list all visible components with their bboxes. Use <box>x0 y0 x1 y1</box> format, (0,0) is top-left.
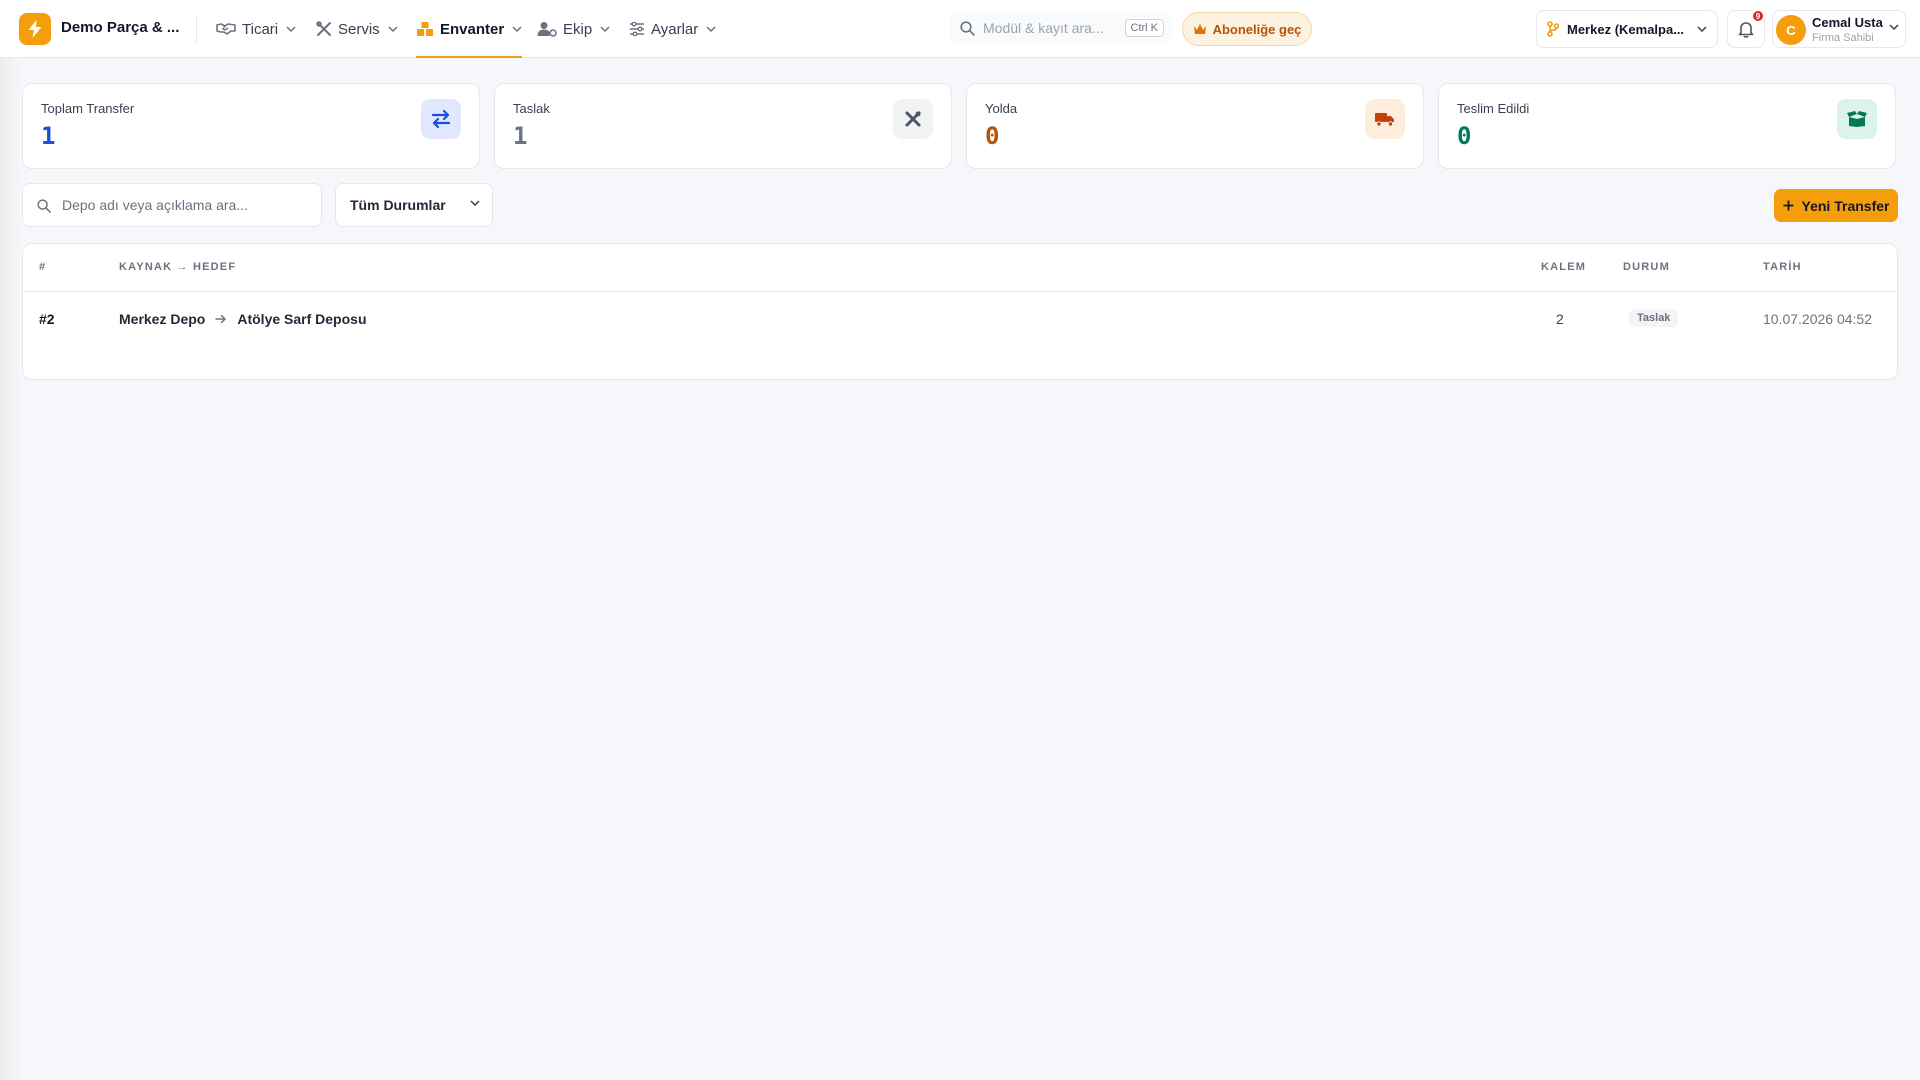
global-search-placeholder: Modül & kayıt ara... <box>983 20 1104 36</box>
stat-card-total: Toplam Transfer 1 <box>22 83 480 169</box>
stat-value: 1 <box>41 122 56 150</box>
search-icon <box>960 21 975 36</box>
users-gear-icon <box>537 22 557 37</box>
transfers-table: # KAYNAK → HEDEF KALEM DURUM TARİH #2 Me… <box>22 243 1898 380</box>
stat-card-draft: Taslak 1 <box>494 83 952 169</box>
open-box-icon <box>1847 111 1867 127</box>
chevron-down-icon <box>388 26 398 32</box>
stat-card-delivered: Teslim Edildi 0 <box>1438 83 1896 169</box>
top-navigation-bar: Demo Parça & ... Ticari Servis Envanter <box>0 0 1920 58</box>
bell-icon <box>1738 22 1754 38</box>
stat-icon-box <box>893 99 933 139</box>
search-shortcut-hint: Ctrl K <box>1124 19 1164 37</box>
row-id: #2 <box>39 311 55 327</box>
nav-envanter-label: Envanter <box>440 20 505 38</box>
transfer-search-input[interactable] <box>62 197 302 213</box>
row-route: Merkez Depo Atölye Sarf Deposu <box>119 311 367 327</box>
nav-ayarlar-label: Ayarlar <box>651 20 699 38</box>
sliders-icon <box>630 22 644 36</box>
chevron-down-icon <box>512 26 522 32</box>
lightning-icon <box>28 20 42 38</box>
avatar: C <box>1776 15 1806 45</box>
stat-card-in-transit: Yolda 0 <box>966 83 1424 169</box>
user-menu[interactable]: C Cemal Usta Firma Sahibi <box>1772 10 1906 48</box>
nav-servis-label: Servis <box>338 20 380 38</box>
column-header-route: KAYNAK → HEDEF <box>119 261 237 273</box>
chevron-down-icon <box>706 26 716 32</box>
header-divider <box>196 15 197 43</box>
boxes-icon <box>417 22 433 36</box>
status-badge: Taslak <box>1629 309 1679 327</box>
notifications-button[interactable]: 9 <box>1727 9 1765 48</box>
user-name: Cemal Usta <box>1812 15 1883 30</box>
handshake-icon <box>216 23 236 35</box>
user-role: Firma Sahibi <box>1812 32 1874 44</box>
column-header-qty: KALEM <box>1541 261 1587 273</box>
status-filter-value: Tüm Durumlar <box>350 197 446 213</box>
search-icon <box>37 199 51 213</box>
column-header-status: DURUM <box>1623 261 1670 273</box>
column-header-date: TARİH <box>1763 261 1802 273</box>
chevron-down-icon <box>470 200 480 206</box>
page-left-shade <box>0 58 22 1080</box>
chevron-down-icon <box>1697 26 1707 32</box>
nav-ekip-label: Ekip <box>563 20 593 38</box>
plus-icon <box>1783 200 1794 211</box>
row-target: Atölye Sarf Deposu <box>237 311 367 327</box>
subscribe-button-label: Aboneliğe geç <box>1212 21 1302 37</box>
stat-icon-box <box>1365 99 1405 139</box>
nav-envanter[interactable]: Envanter <box>416 0 523 58</box>
crown-icon <box>1193 24 1206 34</box>
company-name[interactable]: Demo Parça & ... <box>61 19 179 36</box>
stat-value: 0 <box>1457 122 1472 150</box>
row-date: 10.07.2026 04:52 <box>1763 311 1872 327</box>
stat-value: 0 <box>985 122 1000 150</box>
stat-icon-box <box>1837 99 1877 139</box>
nav-servis[interactable]: Servis <box>316 0 398 58</box>
nav-ticari[interactable]: Ticari <box>216 0 296 58</box>
global-search[interactable]: Modül & kayıt ara... Ctrl K <box>950 12 1172 44</box>
draft-tools-icon <box>905 111 921 127</box>
chevron-down-icon <box>286 26 296 32</box>
transfer-search[interactable] <box>22 183 322 227</box>
stat-label: Teslim Edildi <box>1457 101 1530 116</box>
transfer-arrows-icon <box>431 110 451 128</box>
branch-icon <box>1547 21 1559 37</box>
truck-icon <box>1375 113 1394 127</box>
nav-ekip[interactable]: Ekip <box>537 0 610 58</box>
stat-value: 1 <box>513 122 528 150</box>
status-filter-select[interactable]: Tüm Durumlar <box>335 183 493 227</box>
chevron-down-icon <box>600 26 610 32</box>
stat-icon-box <box>421 99 461 139</box>
chevron-down-icon <box>1889 24 1899 30</box>
tools-icon <box>316 21 331 36</box>
nav-ayarlar[interactable]: Ayarlar <box>629 0 716 58</box>
stat-label: Taslak <box>513 101 550 116</box>
notification-count-badge: 9 <box>1751 9 1765 23</box>
row-qty: 2 <box>1556 311 1564 327</box>
new-transfer-button[interactable]: Yeni Transfer <box>1774 189 1898 222</box>
new-transfer-button-label: Yeni Transfer <box>1801 197 1890 214</box>
arrow-right-icon <box>215 314 227 324</box>
stat-label: Toplam Transfer <box>41 101 135 116</box>
nav-ticari-label: Ticari <box>242 20 279 38</box>
subscribe-button[interactable]: Aboneliğe geç <box>1182 12 1312 46</box>
table-header-divider <box>23 291 1897 292</box>
branch-selector-label: Merkez (Kemalpa... <box>1567 21 1685 37</box>
column-header-id: # <box>39 261 47 273</box>
row-source: Merkez Depo <box>119 311 206 327</box>
branch-selector[interactable]: Merkez (Kemalpa... <box>1536 10 1718 48</box>
stat-label: Yolda <box>985 101 1018 116</box>
app-logo[interactable] <box>19 13 51 45</box>
